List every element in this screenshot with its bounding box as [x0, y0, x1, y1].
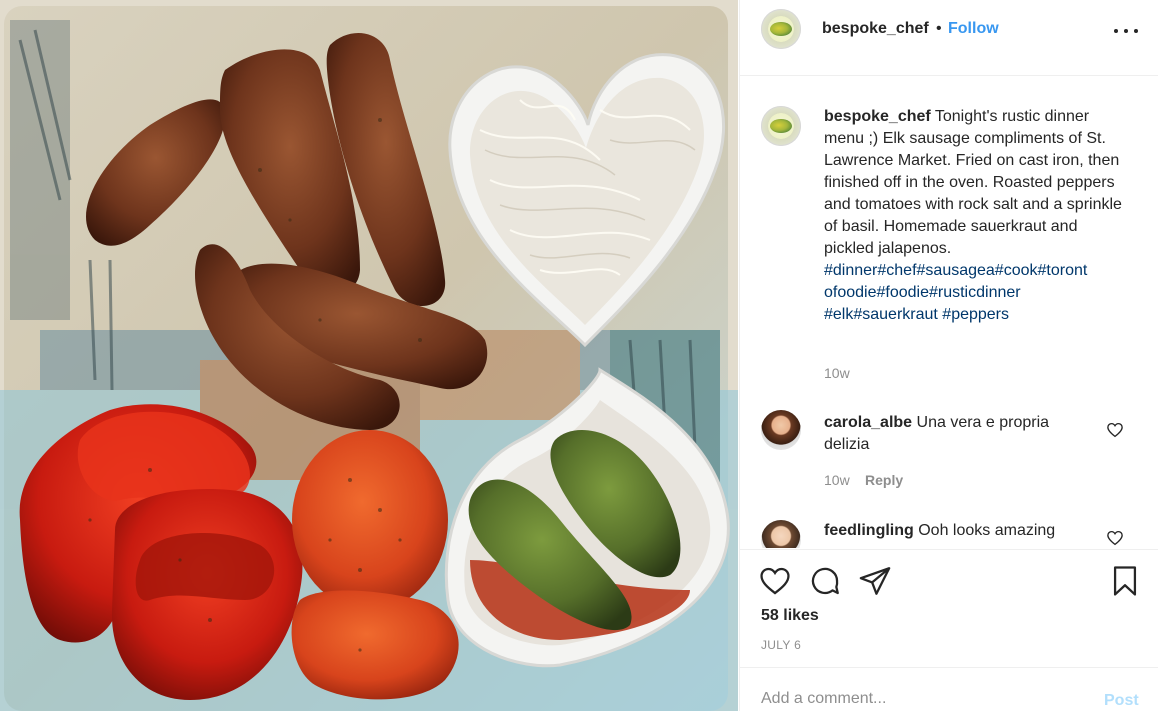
bookmark-icon[interactable]: [1108, 564, 1142, 598]
author-avatar[interactable]: [761, 9, 801, 49]
reply-button[interactable]: Reply: [865, 472, 903, 488]
header-separator: •: [936, 20, 942, 37]
caption-body: Tonight's rustic dinner menu ;) Elk saus…: [824, 108, 1122, 257]
comment-bubble-icon[interactable]: [808, 564, 842, 598]
comment-time[interactable]: 10w: [824, 472, 850, 488]
comment-username[interactable]: feedlingling: [824, 522, 914, 539]
comment-avatar[interactable]: [761, 520, 801, 548]
paper-plane-icon[interactable]: [858, 564, 892, 598]
comment-username[interactable]: carola_albe: [824, 414, 912, 431]
caption-hashtags-2[interactable]: ofoodie#foodie#rusticdinner: [824, 284, 1021, 301]
more-dots-icon[interactable]: [1112, 18, 1140, 42]
heart-icon[interactable]: [758, 564, 792, 598]
caption-time[interactable]: 10w: [824, 365, 850, 381]
comment-like-heart-icon[interactable]: [1106, 421, 1124, 439]
comment-body: Ooh looks amazing: [918, 522, 1056, 539]
post-header: bespoke_chef • Follow: [740, 0, 1158, 76]
post-image[interactable]: [0, 0, 738, 711]
caption-avatar[interactable]: [761, 106, 801, 146]
likes-count[interactable]: 58 likes: [761, 607, 819, 625]
comment-text: feedlingling Ooh looks amazing: [824, 520, 1084, 542]
post-date[interactable]: JULY 6: [761, 638, 801, 652]
comment-input[interactable]: [761, 690, 1061, 708]
comments-section[interactable]: bespoke_chef Tonight's rustic dinner men…: [740, 76, 1158, 548]
add-comment-bar: Post: [740, 667, 1158, 712]
author-username[interactable]: bespoke_chef: [822, 20, 929, 38]
follow-button[interactable]: Follow: [948, 20, 999, 38]
food-photo: [0, 0, 738, 711]
caption-username[interactable]: bespoke_chef: [824, 108, 931, 125]
caption-text: bespoke_chef Tonight's rustic dinner men…: [824, 106, 1124, 326]
post-comment-button[interactable]: Post: [1104, 692, 1139, 710]
action-bar: 58 likes JULY 6: [740, 549, 1158, 668]
comment-like-heart-icon[interactable]: [1106, 529, 1124, 547]
post-side-panel: bespoke_chef • Follow bespoke_chef Tonig…: [739, 0, 1158, 712]
caption-hashtags-3[interactable]: #elk#sauerkraut #peppers: [824, 306, 1009, 323]
comment-avatar[interactable]: [761, 410, 801, 450]
caption-hashtags-1[interactable]: #dinner#chef#sausagea#cook#toront: [824, 262, 1087, 279]
comment-text: carola_albe Una vera e propria delizia: [824, 412, 1084, 456]
